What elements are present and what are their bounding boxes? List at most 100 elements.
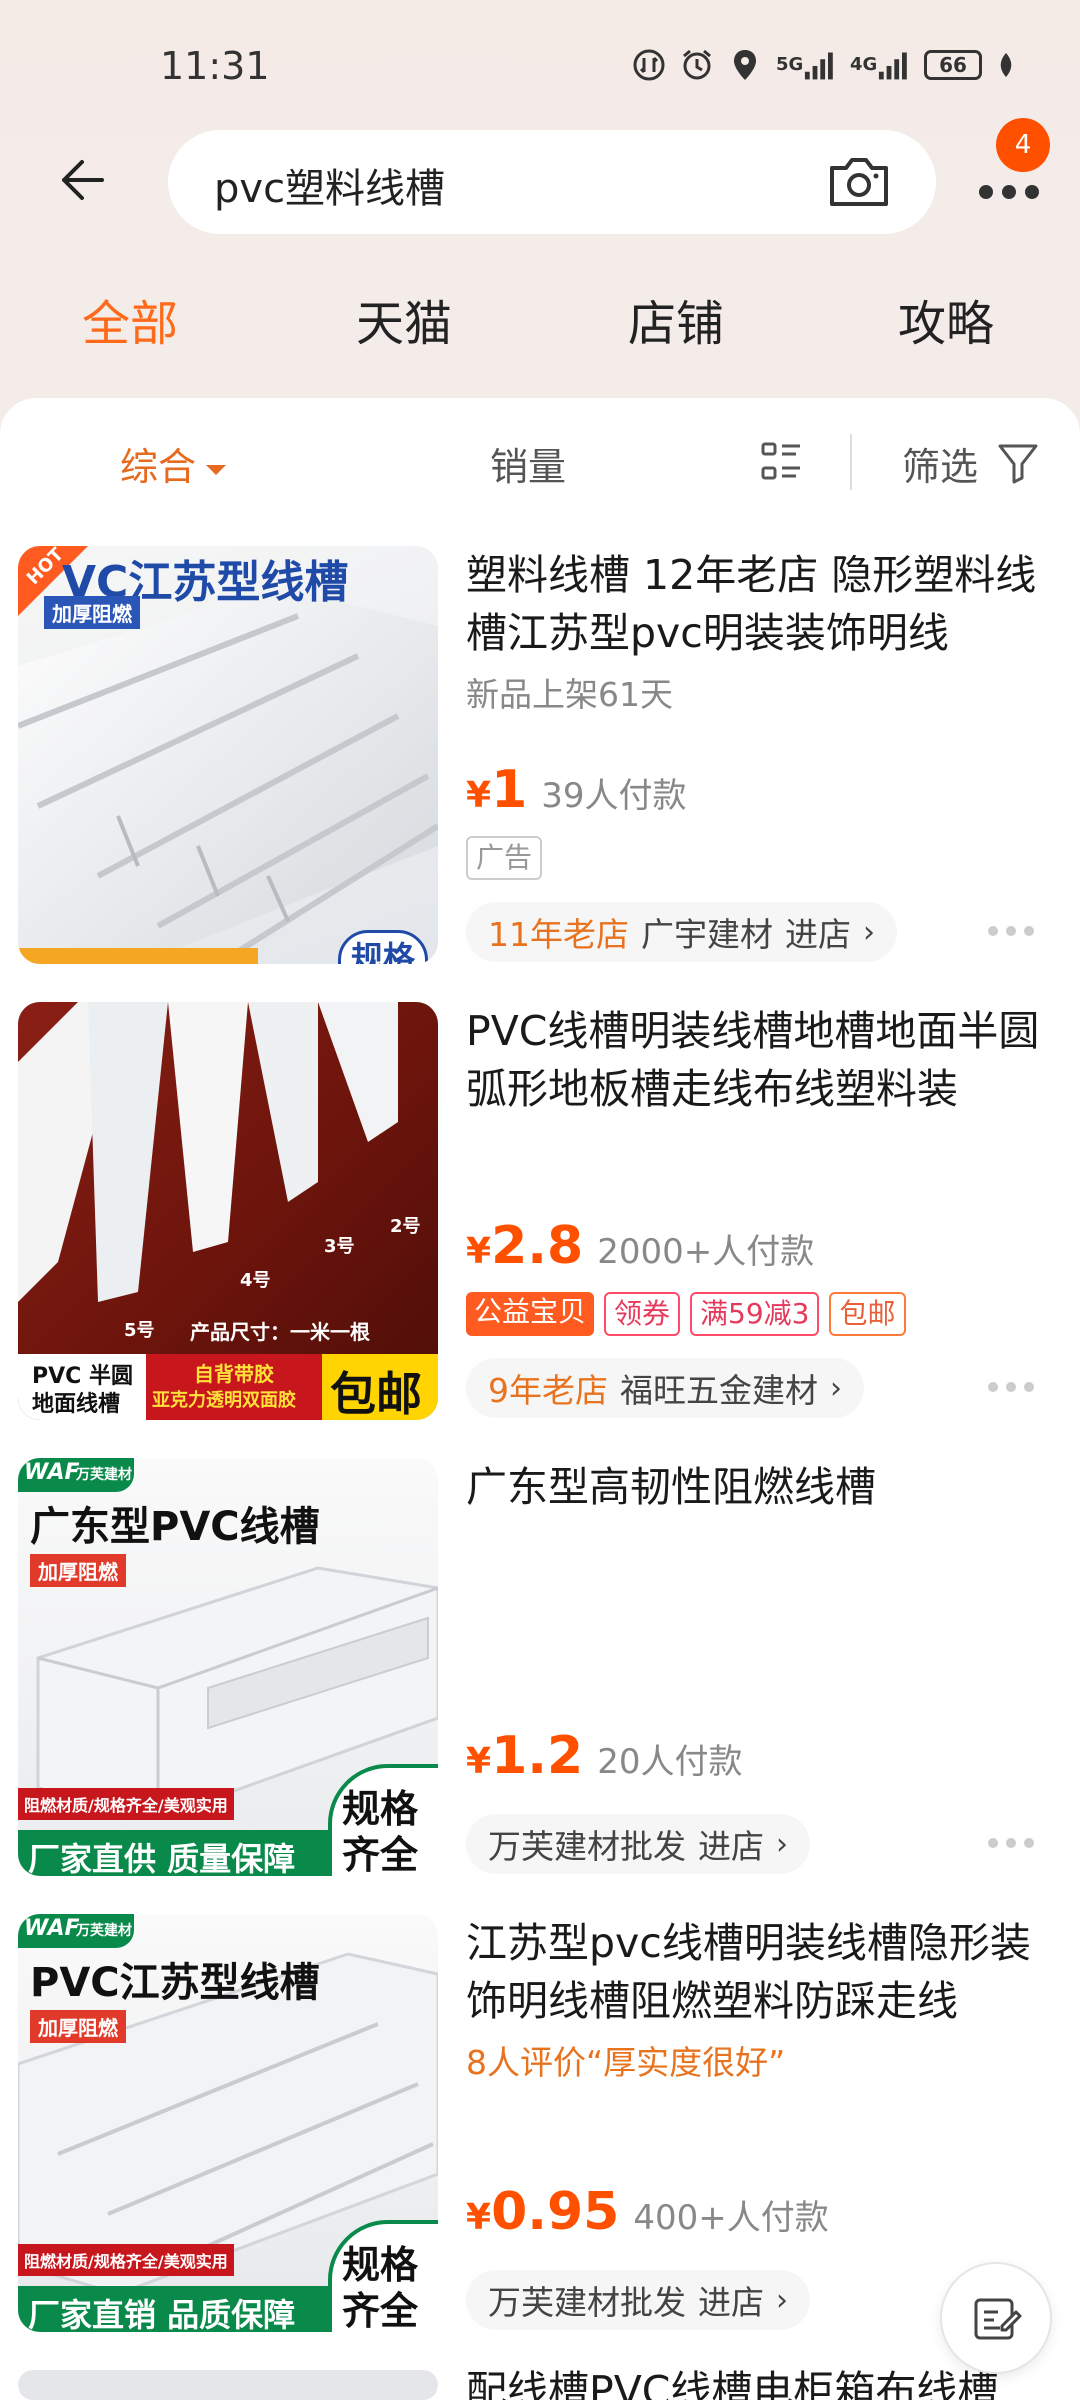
more-options-icon[interactable] bbox=[988, 926, 1034, 938]
product-card[interactable]: WAF 万芙建材 PVC江苏型线槽 加厚阻燃 阻燃材质/规格齐全/美观实用 厂家… bbox=[0, 1914, 1080, 2370]
product-card[interactable]: HOT VC江苏型线槽 加厚阻燃 规格 塑料线槽 12年老店 隐形塑料线槽江苏型… bbox=[0, 546, 1080, 1002]
back-button[interactable] bbox=[52, 150, 112, 210]
currency-symbol: ¥ bbox=[466, 775, 492, 816]
charity-tag: 公益宝贝 bbox=[466, 1292, 595, 1336]
enter-shop-label: 进店 bbox=[698, 1827, 764, 1866]
sort-bar: 综合 销量 筛选 bbox=[0, 398, 1080, 524]
size-label-5: 5号 bbox=[124, 1320, 155, 1341]
filter-icon[interactable] bbox=[996, 440, 1040, 484]
more-options-icon[interactable] bbox=[988, 1838, 1034, 1850]
chevron-right-icon: › bbox=[863, 914, 875, 950]
product-info: 配线槽PVC线槽电柜箱布线槽 bbox=[466, 2370, 1058, 2400]
product-image[interactable] bbox=[18, 2370, 438, 2400]
size-label-4: 4号 bbox=[240, 1270, 271, 1291]
edit-note-icon bbox=[974, 2298, 1022, 2340]
tag-row: 广告 bbox=[466, 836, 543, 880]
product-image[interactable]: HOT VC江苏型线槽 加厚阻燃 规格 bbox=[18, 546, 438, 964]
tab-guides[interactable]: 攻略 bbox=[898, 284, 994, 354]
data-saver-icon bbox=[632, 48, 666, 82]
shop-link[interactable]: 万芙建材批发 进店 › bbox=[466, 1814, 810, 1874]
product-card[interactable]: 配线槽PVC线槽电柜箱布线槽 bbox=[0, 2370, 1080, 2400]
product-title[interactable]: 江苏型pvc线槽明装线槽隐形装饰明线槽阻燃塑料防踩走线 bbox=[466, 1914, 1058, 2030]
more-dots-icon bbox=[979, 185, 1039, 199]
status-icons: 5G 4G 66 bbox=[632, 48, 1016, 82]
feedback-button[interactable] bbox=[940, 2262, 1052, 2374]
sort-sales[interactable]: 销量 bbox=[490, 436, 566, 491]
thumb-subheading: 加厚阻燃 bbox=[30, 1554, 126, 1587]
product-price: 2.8 bbox=[491, 1216, 584, 1276]
payment-count: 2000+人付款 bbox=[597, 1232, 815, 1272]
shop-age: 11年老店 bbox=[488, 915, 629, 954]
payment-count: 20人付款 bbox=[597, 1742, 743, 1782]
enter-shop-label: 进店 bbox=[698, 2283, 764, 2322]
search-query: pvc塑料线槽 bbox=[214, 166, 446, 212]
product-title[interactable]: 配线槽PVC线槽电柜箱布线槽 bbox=[466, 2370, 1058, 2400]
product-image[interactable]: WAF 万芙建材 PVC江苏型线槽 加厚阻燃 阻燃材质/规格齐全/美观实用 厂家… bbox=[18, 1914, 438, 2332]
status-bar: 11:31 5G 4G 66 bbox=[0, 0, 1080, 130]
product-title[interactable]: 塑料线槽 12年老店 隐形塑料线槽江苏型pvc明装装饰明线 bbox=[466, 546, 1058, 662]
more-options-icon[interactable] bbox=[988, 1382, 1034, 1394]
thumb-features: 阻燃材质/规格齐全/美观实用 bbox=[18, 1788, 234, 1820]
currency-symbol: ¥ bbox=[466, 2197, 492, 2238]
back-arrow-icon bbox=[62, 160, 104, 200]
product-card[interactable]: WAF 万芙建材 广东型PVC线槽 加厚阻燃 阻燃材质/规格齐全/美观实用 厂家… bbox=[0, 1458, 1080, 1914]
tab-tmall[interactable]: 天猫 bbox=[356, 284, 452, 354]
shop-name: 万芙建材批发 bbox=[488, 1827, 686, 1866]
enter-shop-label: 进店 bbox=[785, 915, 851, 954]
brand-name: 万芙建材 bbox=[76, 1923, 132, 1939]
thumb-heading: PVC江苏型线槽 bbox=[30, 1960, 320, 2006]
shop-link[interactable]: 9年老店 福旺五金建材 › bbox=[466, 1358, 864, 1418]
product-info: 广东型高韧性阻燃线槽 ¥1.2 20人付款 万芙建材批发 进店 › bbox=[466, 1458, 1058, 1876]
message-badge: 4 bbox=[996, 118, 1050, 172]
payment-count: 39人付款 bbox=[541, 776, 687, 816]
thumb-label-line2: 地面线槽 bbox=[32, 1392, 121, 1417]
camera-icon bbox=[830, 158, 888, 206]
sort-comprehensive[interactable]: 综合 bbox=[120, 436, 227, 491]
product-price: 0.95 bbox=[491, 2182, 620, 2242]
review-highlight: 8人评价“厚实度很好” bbox=[466, 2043, 786, 2082]
size-label-3: 3号 bbox=[324, 1236, 355, 1257]
currency-symbol: ¥ bbox=[466, 1231, 492, 1272]
sort-divider bbox=[850, 434, 852, 490]
product-price: 1.2 bbox=[491, 1726, 584, 1786]
tab-all[interactable]: 全部 bbox=[82, 284, 178, 354]
chevron-right-icon: › bbox=[830, 1370, 842, 1406]
glue-line2: 亚克力透明双面胶 bbox=[152, 1390, 296, 1411]
shop-link[interactable]: 万芙建材批发 进店 › bbox=[466, 2270, 810, 2330]
thumb-slogan: 厂家直销 品质保障 bbox=[28, 2296, 296, 2332]
free-shipping-tag: 包邮 bbox=[829, 1292, 906, 1336]
brand-name: 万芙建材 bbox=[76, 1467, 132, 1483]
battery-icon: 66 bbox=[924, 50, 982, 80]
signal-5g-label: 5G bbox=[776, 54, 804, 75]
product-subtitle: 新品上架61天 bbox=[466, 675, 673, 714]
more-button[interactable] bbox=[974, 164, 1044, 204]
product-image[interactable]: 2号 3号 4号 5号 产品尺寸：一米一根 PVC 半圆 地面线槽 自背带胶 亚… bbox=[18, 1002, 438, 1420]
discount-tag: 满59减3 bbox=[690, 1292, 820, 1336]
shop-link[interactable]: 11年老店 广宇建材 进店 › bbox=[466, 902, 897, 962]
size-info: 产品尺寸：一米一根 bbox=[190, 1320, 370, 1344]
product-title[interactable]: 广东型高韧性阻燃线槽 bbox=[466, 1458, 1058, 1516]
thumb-slogan: 厂家直供 质量保障 bbox=[28, 1840, 296, 1876]
thumb-subheading: 加厚阻燃 bbox=[44, 596, 140, 629]
alarm-icon bbox=[680, 48, 714, 82]
filter-button[interactable]: 筛选 bbox=[902, 436, 978, 491]
category-tabs: 全部 天猫 店铺 攻略 bbox=[0, 284, 1080, 364]
product-title[interactable]: PVC线槽明装线槽地槽地面半圆弧形地板槽走线布线塑料装 bbox=[466, 1002, 1058, 1118]
corner-label-line2: 齐全 bbox=[342, 2289, 419, 2332]
product-card[interactable]: 2号 3号 4号 5号 产品尺寸：一米一根 PVC 半圆 地面线槽 自背带胶 亚… bbox=[0, 1002, 1080, 1458]
brand-logo: WAF bbox=[24, 1460, 80, 1485]
product-info: 塑料线槽 12年老店 隐形塑料线槽江苏型pvc明装装饰明线 新品上架61天 ¥1… bbox=[466, 546, 1058, 964]
coupon-tag[interactable]: 领券 bbox=[604, 1292, 681, 1336]
free-shipping-label: 包邮 bbox=[330, 1367, 422, 1420]
search-input[interactable]: pvc塑料线槽 bbox=[168, 130, 936, 234]
camera-search-button[interactable] bbox=[826, 152, 892, 212]
product-info: PVC线槽明装线槽地槽地面半圆弧形地板槽走线布线塑料装 ¥2.8 2000+人付… bbox=[466, 1002, 1058, 1420]
tab-shops[interactable]: 店铺 bbox=[628, 284, 724, 354]
product-image[interactable]: WAF 万芙建材 广东型PVC线槽 加厚阻燃 阻燃材质/规格齐全/美观实用 厂家… bbox=[18, 1458, 438, 1876]
currency-symbol: ¥ bbox=[466, 1741, 492, 1782]
signal-4g-label: 4G bbox=[850, 54, 878, 75]
location-icon bbox=[728, 48, 762, 82]
grid-list-toggle-icon[interactable] bbox=[760, 440, 804, 484]
glue-line1: 自背带胶 bbox=[194, 1362, 274, 1386]
corner-label-line2: 齐全 bbox=[342, 1833, 419, 1876]
